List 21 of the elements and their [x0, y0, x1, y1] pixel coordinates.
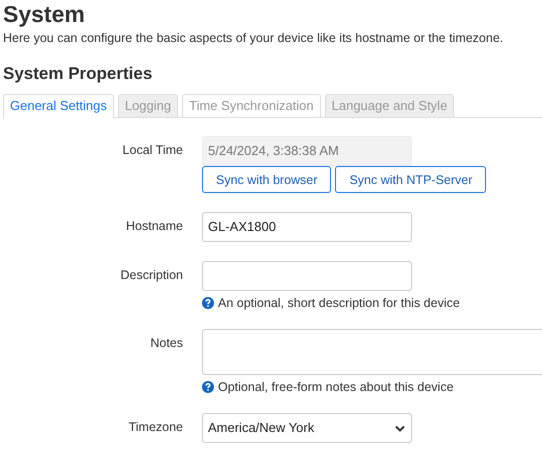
- field-label: Description: [119, 267, 183, 284]
- page-description: Here you can configure the basic aspects of your device like its hostname or the timezone.: [3, 31, 504, 46]
- local-time-field: 5/24/2024, 3:38:38 AM: [202, 136, 412, 166]
- field-label: Local Time: [122, 142, 183, 159]
- text-field[interactable]: GL-AX1800: [202, 212, 412, 242]
- page-title: System: [3, 0, 86, 28]
- help-icon: [202, 381, 214, 393]
- field-label: Hostname: [125, 218, 183, 235]
- help-icon: [202, 297, 214, 309]
- field-label: Timezone: [128, 419, 183, 436]
- notes-field[interactable]: [202, 329, 542, 375]
- help-text: An optional, short description for this device: [218, 296, 460, 310]
- section-title: System Properties: [3, 63, 154, 85]
- help-text: Optional, free-form notes about this device: [218, 380, 454, 394]
- tab[interactable]: General Settings: [3, 94, 114, 119]
- sync-button[interactable]: Sync with browser: [202, 166, 332, 193]
- text-field[interactable]: [202, 261, 412, 291]
- chevron-down-icon: [395, 424, 405, 432]
- sync-button[interactable]: Sync with NTP-Server: [335, 166, 486, 193]
- field-label: Notes: [149, 335, 183, 352]
- timezone-select[interactable]: America/New York: [202, 413, 412, 443]
